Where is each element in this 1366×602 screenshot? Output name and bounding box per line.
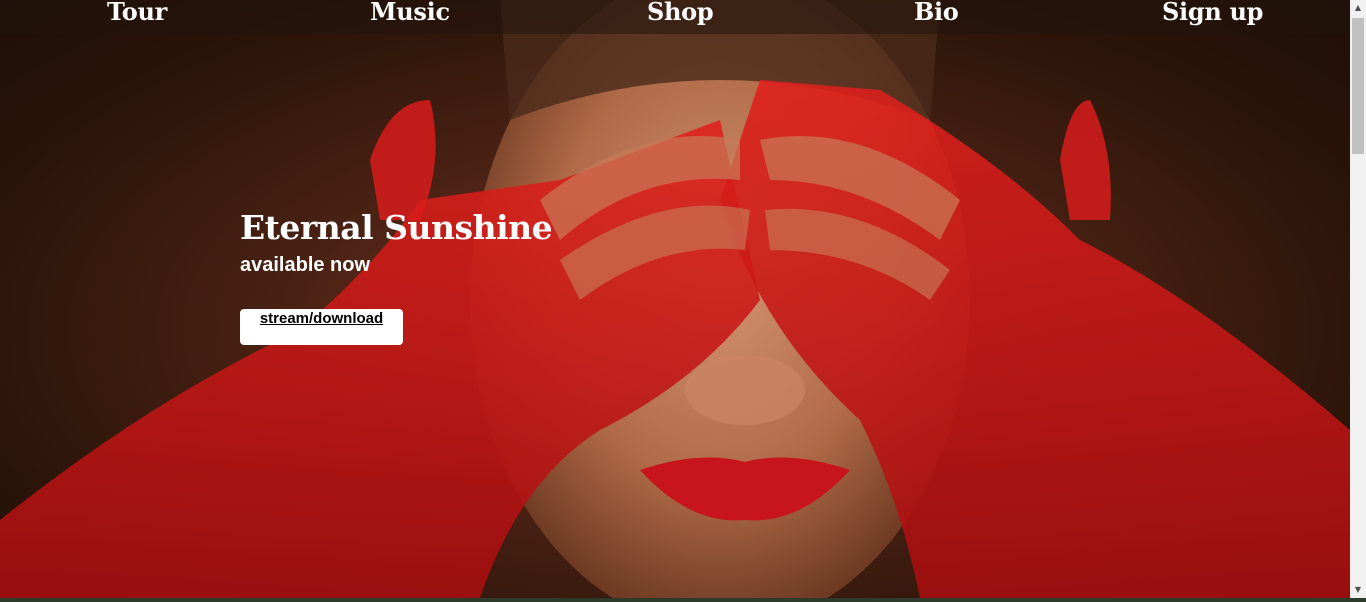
nav-link-shop[interactable]: Shop: [647, 0, 714, 26]
hero-subtitle: available now: [240, 254, 371, 276]
bottom-edge-strip: [0, 598, 1366, 602]
scroll-up-arrow-icon[interactable]: ▲: [1350, 0, 1366, 16]
stream-download-button[interactable]: stream/download: [240, 309, 403, 345]
top-navbar: Tour Music Shop Bio Sign up: [0, 0, 1350, 34]
scroll-down-arrow-icon[interactable]: ▼: [1350, 582, 1366, 598]
nav-link-bio[interactable]: Bio: [914, 0, 959, 26]
scrollbar-thumb[interactable]: [1352, 18, 1364, 154]
nav-link-music[interactable]: Music: [370, 0, 450, 26]
hero-title: Eternal Sunshine: [240, 208, 553, 247]
nav-link-tour[interactable]: Tour: [107, 0, 167, 26]
hero-background-image: [0, 0, 1350, 598]
nav-link-sign-up[interactable]: Sign up: [1162, 0, 1263, 26]
stream-download-link[interactable]: stream/download: [240, 310, 403, 327]
vertical-scrollbar[interactable]: ▲ ▼: [1350, 0, 1366, 598]
page-viewport: Tour Music Shop Bio Sign up Eternal Suns…: [0, 0, 1350, 598]
